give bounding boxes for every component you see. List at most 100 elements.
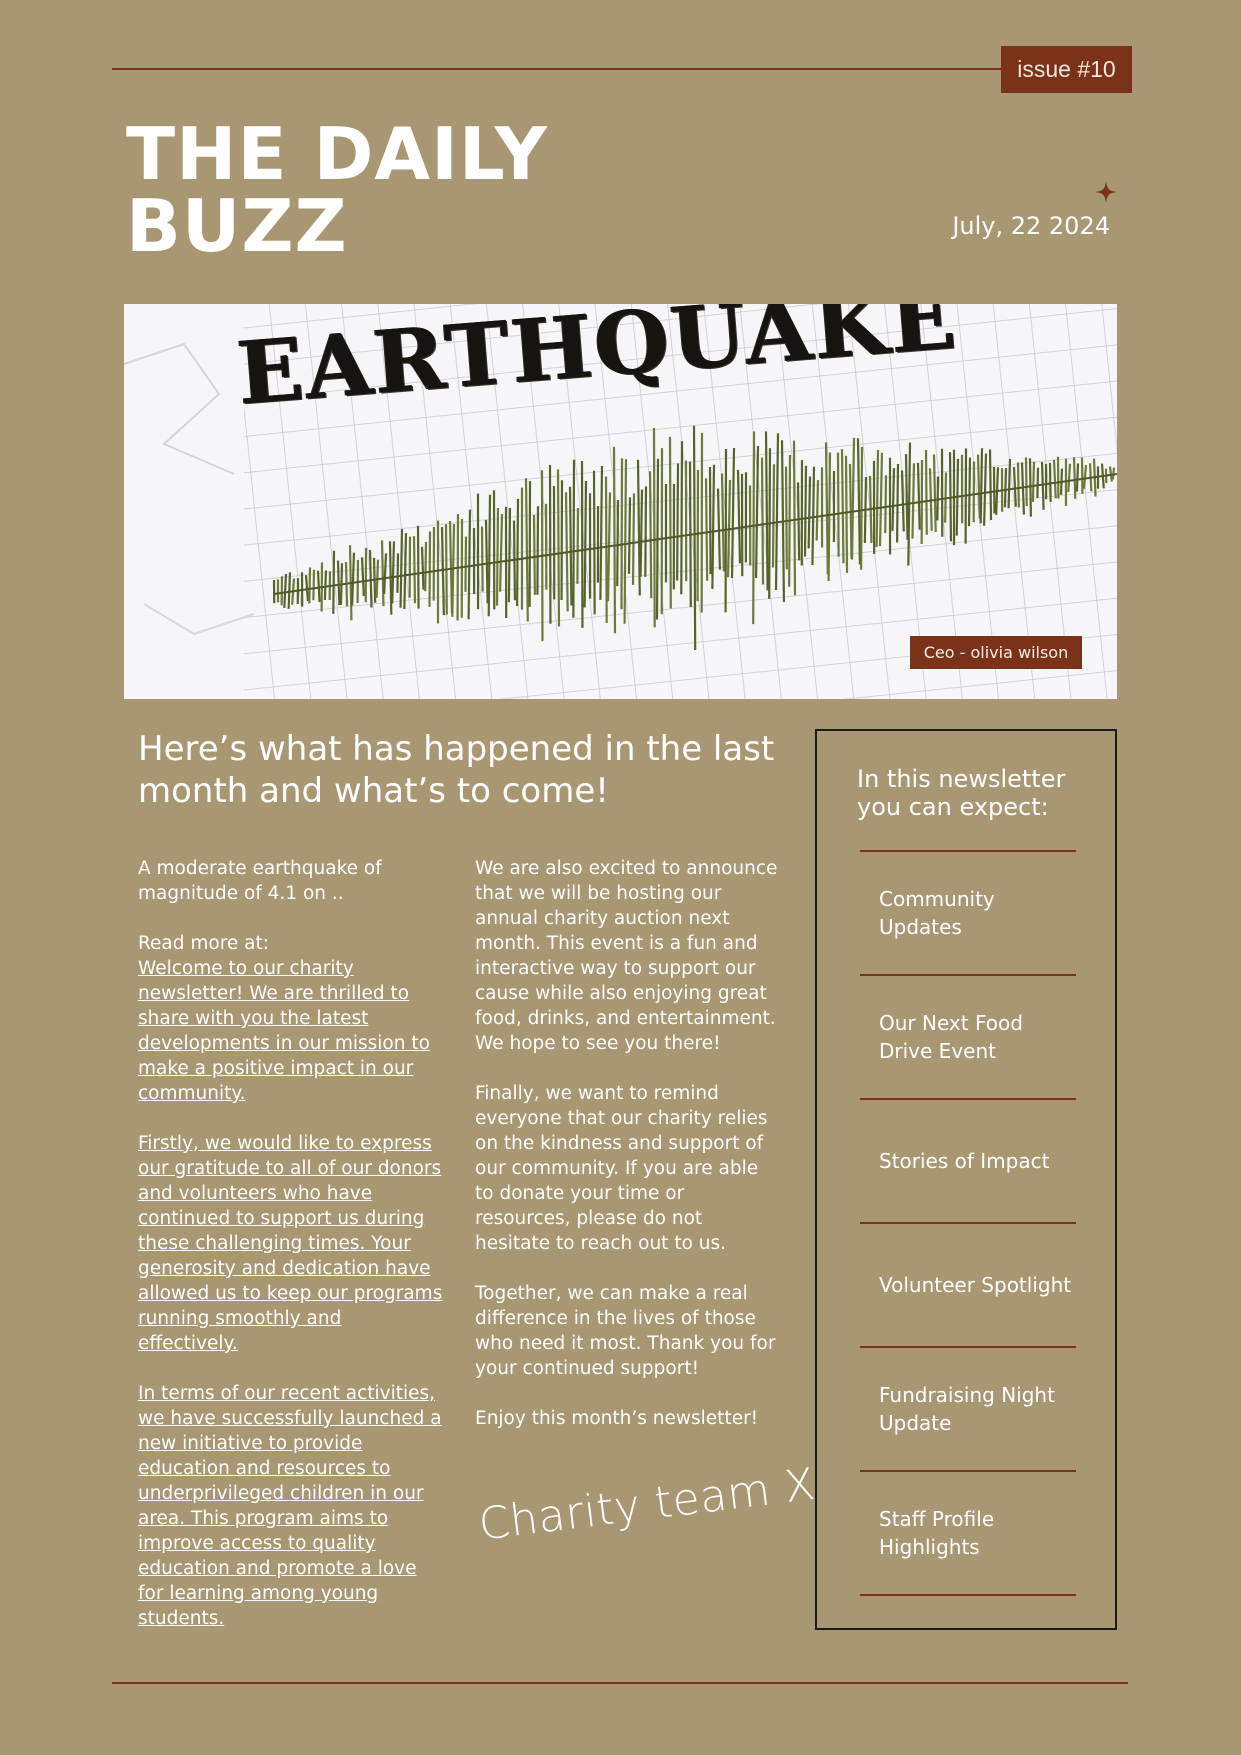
masthead-title: THE DAILY BUZZ bbox=[126, 118, 726, 262]
seismograph-trace bbox=[904, 454, 909, 540]
recent-activities-link[interactable]: In terms of our recent activities, we ha… bbox=[138, 1381, 444, 1631]
seismograph-trace bbox=[936, 476, 940, 521]
charity-auction-paragraph: We are also excited to announce that we … bbox=[475, 858, 778, 1054]
seismograph-trace bbox=[676, 463, 680, 581]
seismograph-trace bbox=[875, 449, 880, 548]
seismograph-trace bbox=[704, 478, 709, 581]
seismograph-trace bbox=[467, 509, 472, 620]
seismograph-trace bbox=[680, 441, 684, 595]
seismograph-trace bbox=[807, 476, 812, 549]
seismograph-trace bbox=[708, 466, 712, 575]
issue-badge: issue #10 bbox=[1001, 46, 1132, 93]
contents-item-volunteer-spotlight[interactable]: Volunteer Spotlight bbox=[879, 1224, 1079, 1346]
seismograph-trace bbox=[1007, 458, 1012, 509]
seismograph-trace bbox=[644, 486, 648, 577]
seismograph-trace bbox=[1075, 463, 1080, 492]
seismograph-trace bbox=[1072, 457, 1077, 499]
seismograph-trace bbox=[583, 480, 588, 608]
seismograph-trace bbox=[516, 498, 520, 607]
article-right-column: We are also excited to announce that we … bbox=[475, 856, 780, 1456]
seismograph-trace bbox=[576, 508, 580, 584]
seismograph-trace bbox=[616, 499, 620, 587]
seismograph-trace bbox=[1003, 468, 1008, 508]
seismograph-trace bbox=[612, 446, 617, 634]
seismograph-trace bbox=[420, 546, 425, 590]
seismograph-trace bbox=[604, 476, 608, 623]
seismograph-trace bbox=[480, 526, 484, 592]
seismograph-trace bbox=[308, 567, 312, 604]
seismograph-trace bbox=[771, 464, 776, 568]
seismograph-trace bbox=[884, 475, 888, 534]
seismograph-trace bbox=[924, 450, 928, 535]
seismograph-trace bbox=[1024, 457, 1028, 506]
contents-title: In this newsletter you can expect: bbox=[857, 765, 1066, 821]
seismograph-trace bbox=[895, 463, 900, 543]
contents-divider bbox=[860, 1594, 1076, 1596]
earthquake-intro: A moderate earthquake of magnitude of 4.… bbox=[138, 858, 382, 904]
seismograph-trace bbox=[572, 459, 576, 618]
seismograph-trace bbox=[620, 458, 624, 610]
contents-item-food-drive[interactable]: Our Next Food Drive Event bbox=[879, 976, 1079, 1098]
charity-welcome-link[interactable]: Welcome to our charity newsletter! We ar… bbox=[138, 956, 444, 1106]
masthead-line-2: BUZZ bbox=[126, 184, 348, 268]
seismograph-trace bbox=[1028, 458, 1032, 517]
seismograph-trace bbox=[464, 536, 468, 592]
seismograph-trace bbox=[631, 493, 636, 585]
seismograph-trace bbox=[495, 507, 500, 606]
seismograph-trace bbox=[312, 569, 316, 601]
seismograph-trace bbox=[568, 486, 573, 606]
read-more-label: Read more at: bbox=[138, 933, 269, 954]
seismograph-trace bbox=[368, 549, 373, 608]
seismograph-trace bbox=[988, 449, 993, 521]
contents-item-community-updates[interactable]: Community Updates bbox=[879, 852, 1079, 974]
seismograph-trace bbox=[860, 446, 864, 570]
contents-item-stories-of-impact[interactable]: Stories of Impact bbox=[879, 1100, 1079, 1222]
seismograph-trace bbox=[627, 497, 632, 574]
seismograph-trace bbox=[623, 459, 628, 624]
seismograph-trace bbox=[507, 508, 512, 603]
seismograph-trace bbox=[1048, 462, 1052, 502]
seismograph-trace bbox=[784, 466, 788, 570]
seismograph-trace bbox=[412, 536, 417, 604]
seismograph-trace bbox=[692, 425, 697, 651]
seismograph-trace bbox=[416, 525, 420, 609]
seismograph-trace bbox=[648, 471, 653, 599]
four-point-star-icon bbox=[1095, 181, 1117, 203]
contents-item-fundraising-night[interactable]: Fundraising Night Update bbox=[879, 1348, 1079, 1470]
seismograph-trace bbox=[827, 452, 832, 582]
bottom-divider bbox=[112, 1682, 1128, 1684]
seismograph-trace bbox=[380, 540, 385, 607]
seismograph-trace bbox=[760, 457, 765, 585]
seismograph-trace bbox=[911, 463, 916, 539]
newsletter-contents-box: In this newsletter you can expect: Commu… bbox=[815, 729, 1117, 1630]
seismograph-trace bbox=[752, 431, 756, 625]
enjoy-paragraph: Enjoy this month’s newsletter! bbox=[475, 1408, 759, 1429]
seismograph-trace bbox=[967, 457, 972, 527]
masthead-line-1: THE DAILY bbox=[126, 112, 548, 196]
thank-you-paragraph: Together, we can make a real difference … bbox=[475, 1283, 776, 1379]
donation-reminder-paragraph: Finally, we want to remind everyone that… bbox=[475, 1083, 768, 1254]
seismograph-trace bbox=[487, 494, 492, 617]
seismograph-trace bbox=[1031, 461, 1036, 502]
seismograph-trace bbox=[287, 572, 292, 609]
seismograph-trace bbox=[332, 550, 336, 614]
seismograph-trace bbox=[652, 428, 656, 628]
seismograph-trace bbox=[979, 448, 984, 524]
gratitude-link[interactable]: Firstly, we would like to express our gr… bbox=[138, 1131, 444, 1356]
seismograph-trace bbox=[1016, 462, 1021, 508]
seismograph-trace bbox=[316, 570, 321, 603]
contents-item-staff-profile[interactable]: Staff Profile Highlights bbox=[879, 1472, 1079, 1594]
seismograph-trace bbox=[323, 570, 328, 600]
seismograph-trace bbox=[536, 506, 540, 595]
seismograph-trace bbox=[396, 553, 400, 593]
seismograph-trace bbox=[532, 514, 536, 595]
seismograph-trace bbox=[1036, 467, 1040, 498]
seismograph-trace bbox=[556, 469, 561, 627]
hero-caption: Ceo - olivia wilson bbox=[910, 636, 1082, 669]
seismograph-trace bbox=[891, 468, 896, 531]
issue-date: July, 22 2024 bbox=[952, 212, 1110, 240]
seismograph-trace bbox=[639, 489, 644, 577]
seismograph-trace bbox=[399, 529, 404, 608]
seismograph-trace bbox=[336, 560, 341, 606]
seismograph-trace bbox=[668, 436, 672, 609]
